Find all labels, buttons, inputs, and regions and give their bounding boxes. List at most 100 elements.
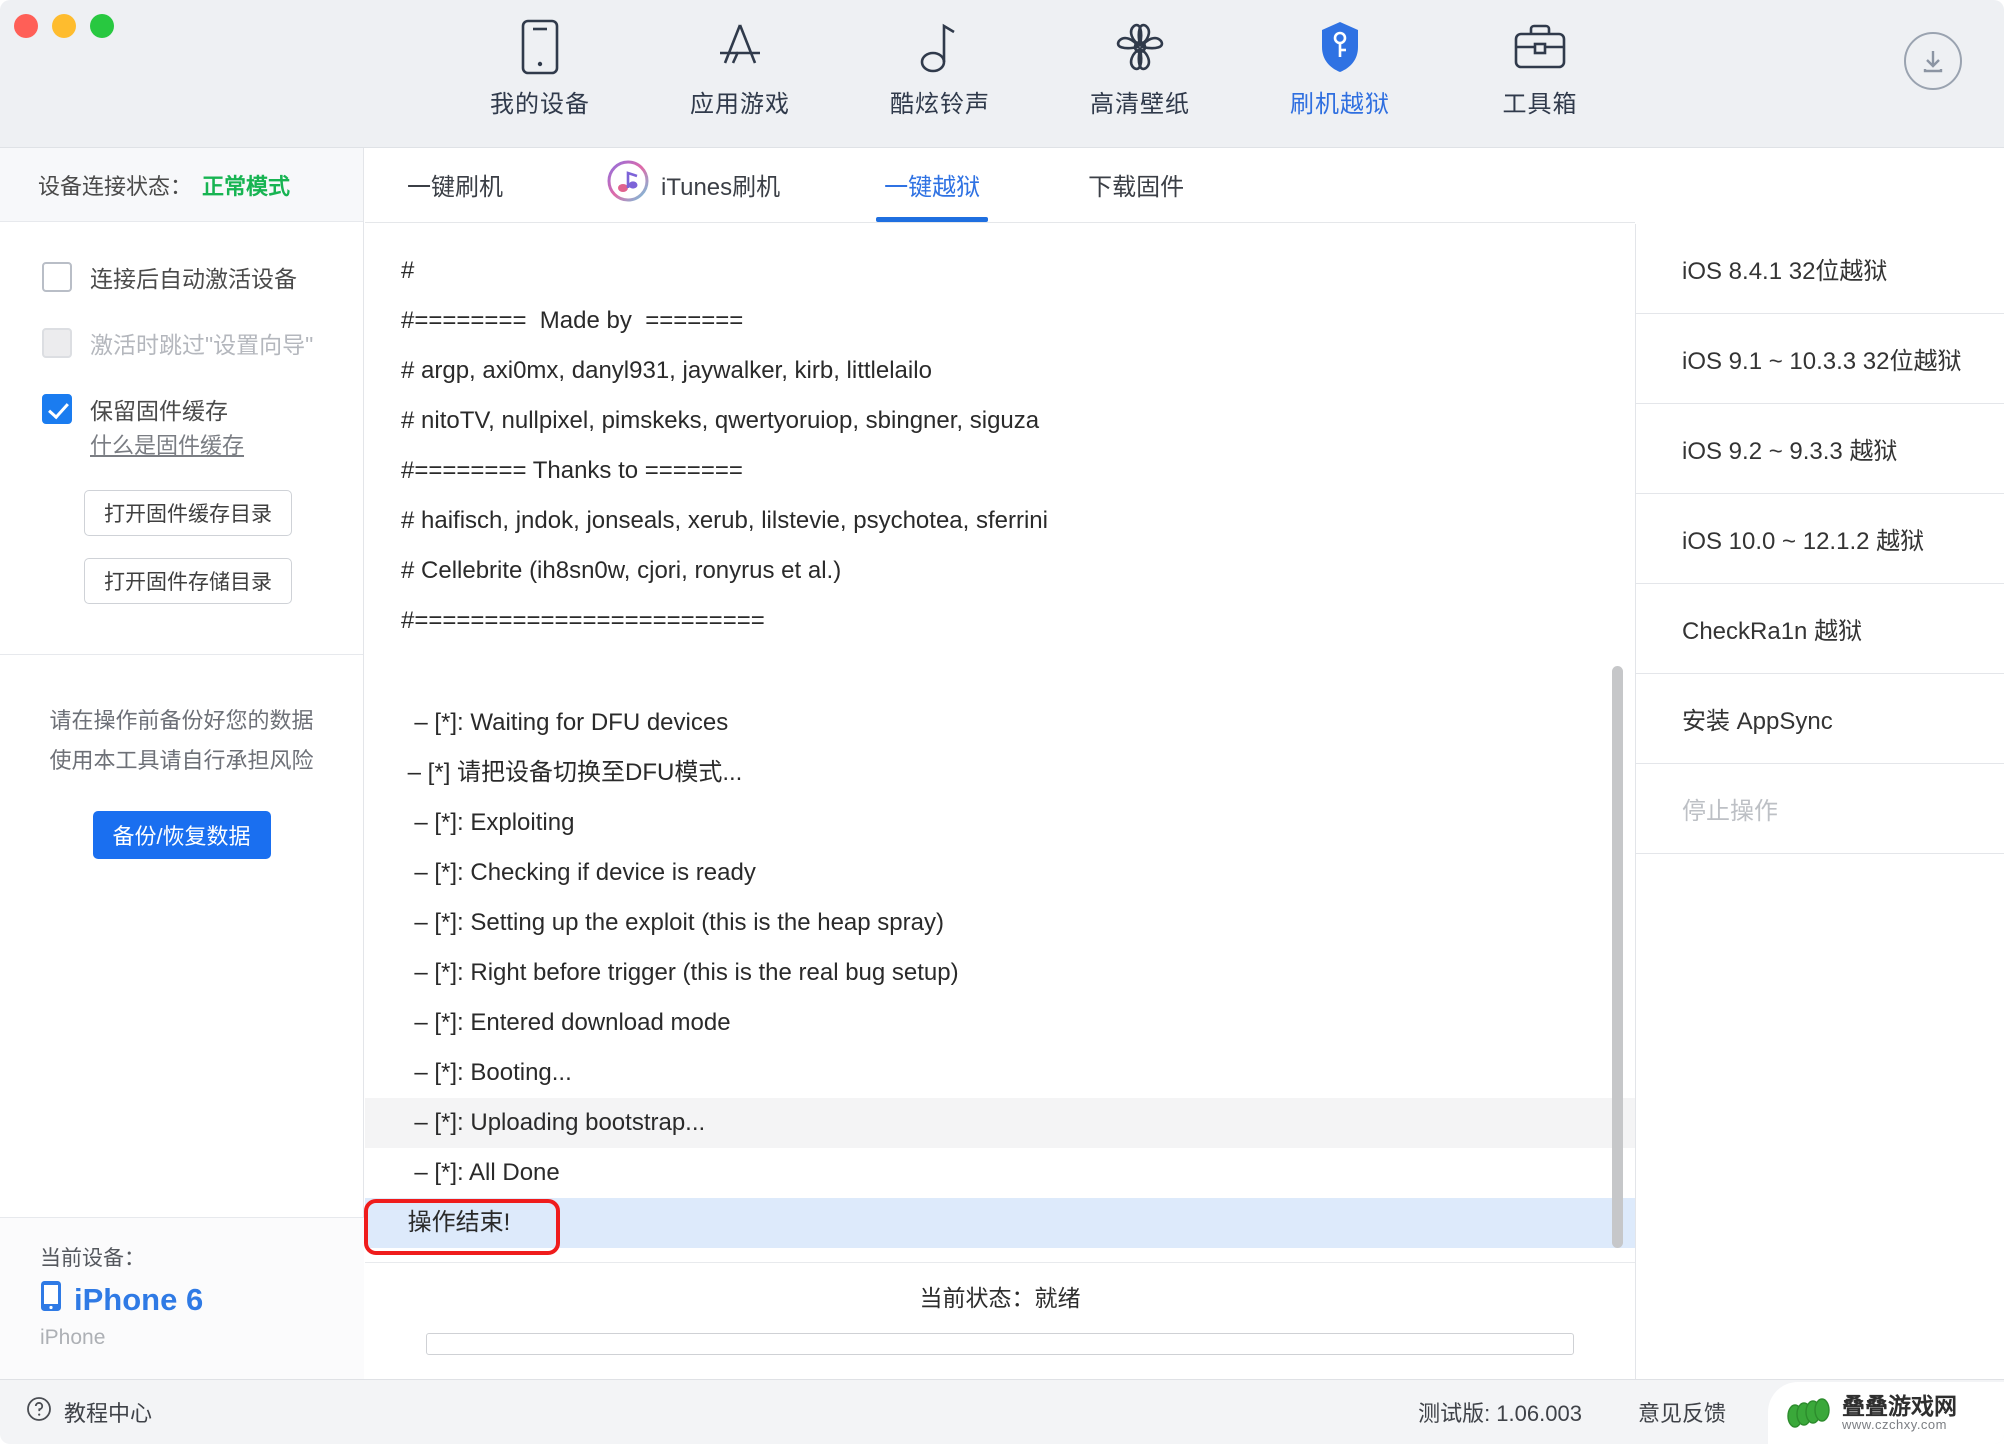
- console-scrollbar-thumb[interactable]: [1612, 666, 1623, 1248]
- nav-label: 酷炫铃声: [890, 84, 990, 119]
- window-controls: [14, 14, 114, 38]
- app-window: 我的设备 应用游戏 酷炫铃声: [0, 0, 2004, 1444]
- nav-label: 我的设备: [490, 84, 590, 119]
- current-status: 当前状态：就绪: [365, 1263, 1635, 1313]
- console-line: – [*]: Booting...: [365, 1048, 1635, 1098]
- action-ios-100-1212[interactable]: iOS 10.0 ~ 12.1.2 越狱: [1636, 494, 2004, 584]
- console-line: – [*]: Entered download mode: [365, 998, 1635, 1048]
- download-icon[interactable]: [1904, 32, 1962, 90]
- watermark-url: www.czchxy.com: [1842, 1418, 1957, 1432]
- nav-item-my-device[interactable]: 我的设备: [440, 16, 640, 132]
- action-label: iOS 10.0 ~ 12.1.2 越狱: [1682, 521, 1924, 556]
- option-label: 激活时跳过"设置向导": [90, 326, 313, 360]
- appstore-icon: [714, 16, 766, 78]
- device-status-label: 设备连接状态：: [38, 169, 192, 201]
- action-label: 安装 AppSync: [1682, 701, 1833, 736]
- current-status-value: 就绪: [1035, 1285, 1081, 1311]
- stacked-discs-icon: [1784, 1392, 1834, 1434]
- tab-label: 一键越狱: [884, 167, 980, 202]
- current-device-panel: 当前设备： iPhone 6 iPhone: [0, 1217, 364, 1379]
- checkbox-skip-setup-wizard: [42, 328, 72, 358]
- titlebar: 我的设备 应用游戏 酷炫铃声: [0, 0, 2004, 148]
- itunes-icon: [607, 160, 649, 209]
- status-area: 当前状态：就绪: [365, 1262, 1635, 1379]
- bottom-bar: 教程中心 测试版: 1.06.003 意见反馈 微信公众号 检: [0, 1379, 2004, 1444]
- flower-icon: [1112, 16, 1168, 78]
- current-device-type: iPhone: [40, 1326, 364, 1350]
- tab-label: 一键刷机: [407, 167, 503, 202]
- console-line-selected: 操作结束!: [365, 1198, 1635, 1248]
- tutorial-center-button[interactable]: 教程中心: [0, 1396, 152, 1428]
- phone-small-icon: [40, 1280, 62, 1320]
- action-label: iOS 9.2 ~ 9.3.3 越狱: [1682, 431, 1897, 466]
- backup-warning: 请在操作前备份好您的数据 使用本工具请自行承担风险 备份/恢复数据: [0, 655, 363, 859]
- console-line: – [*]: Checking if device is ready: [365, 848, 1635, 898]
- sidebar-options: 连接后自动激活设备 激活时跳过"设置向导" 保留固件缓存 什么是固件缓存 打开固…: [0, 222, 363, 655]
- console-line-highlighted: – [*]: Uploading bootstrap...: [365, 1098, 1635, 1148]
- nav-label: 刷机越狱: [1290, 84, 1390, 119]
- tab-bar: 一键刷机 iTunes刷机 一键越狱: [365, 148, 1635, 223]
- nav-item-apps-games[interactable]: 应用游戏: [640, 16, 840, 132]
- backup-restore-button[interactable]: 备份/恢复数据: [93, 811, 271, 859]
- version-label: 测试版: 1.06.003: [1418, 1396, 1582, 1428]
- nav-label: 应用游戏: [690, 84, 790, 119]
- action-ios-92-933[interactable]: iOS 9.2 ~ 9.3.3 越狱: [1636, 404, 2004, 494]
- console-line: – [*]: Waiting for DFU devices: [365, 698, 1635, 748]
- maximize-window-button[interactable]: [90, 14, 114, 38]
- what-is-firmware-cache-link[interactable]: 什么是固件缓存: [90, 428, 244, 460]
- console-line: # argp, axi0mx, danyl931, jaywalker, kir…: [365, 346, 1635, 396]
- tab-one-click-flash[interactable]: 一键刷机: [373, 147, 537, 222]
- current-device-label: 当前设备：: [40, 1242, 364, 1272]
- current-device-name-row[interactable]: iPhone 6: [40, 1280, 364, 1320]
- console-line: – [*] 请把设备切换至DFU模式...: [365, 748, 1635, 798]
- current-status-label: 当前状态：: [920, 1285, 1035, 1311]
- action-install-appsync[interactable]: 安装 AppSync: [1636, 674, 2004, 764]
- main-nav: 我的设备 应用游戏 酷炫铃声: [440, 16, 1640, 132]
- tab-label: iTunes刷机: [661, 167, 780, 202]
- nav-item-wallpapers[interactable]: 高清壁纸: [1040, 16, 1240, 132]
- console-line: #======== Made by =======: [365, 296, 1635, 346]
- jailbreak-actions-panel: iOS 8.4.1 32位越狱 iOS 9.1 ~ 10.3.3 32位越狱 i…: [1635, 224, 2004, 1379]
- minimize-window-button[interactable]: [52, 14, 76, 38]
- nav-item-toolbox[interactable]: 工具箱: [1440, 16, 1640, 132]
- action-stop-operation: 停止操作: [1636, 764, 2004, 854]
- action-ios-841-32bit[interactable]: iOS 8.4.1 32位越狱: [1636, 224, 2004, 314]
- action-ios-91-1033-32bit[interactable]: iOS 9.1 ~ 10.3.3 32位越狱: [1636, 314, 2004, 404]
- open-firmware-storage-dir-button[interactable]: 打开固件存储目录: [84, 558, 292, 604]
- console-scrollbar[interactable]: [1612, 224, 1624, 1262]
- watermark-text: 叠叠游戏网 www.czchxy.com: [1842, 1394, 1957, 1432]
- tab-itunes-flash[interactable]: iTunes刷机: [573, 147, 814, 222]
- toolbox-icon: [1511, 16, 1569, 78]
- console-line: – [*]: All Done: [365, 1148, 1635, 1198]
- close-window-button[interactable]: [14, 14, 38, 38]
- console-line: #=========================: [365, 596, 1635, 646]
- checkbox-keep-firmware-cache[interactable]: [42, 394, 72, 424]
- tab-download-firmware[interactable]: 下载固件: [1054, 147, 1218, 222]
- nav-item-flash-jailbreak[interactable]: 刷机越狱: [1240, 16, 1440, 132]
- progress-bar: [426, 1333, 1574, 1355]
- action-label: iOS 9.1 ~ 10.3.3 32位越狱: [1682, 341, 1961, 376]
- shield-key-icon: [1318, 16, 1362, 78]
- tab-label: 下载固件: [1088, 167, 1184, 202]
- question-circle-icon: [26, 1396, 52, 1428]
- device-status-value: 正常模式: [202, 169, 290, 201]
- tutorial-center-label: 教程中心: [64, 1396, 152, 1428]
- console-line: # Cellebrite (ih8sn0w, cjori, ronyrus et…: [365, 546, 1635, 596]
- warning-line-1: 请在操作前备份好您的数据: [0, 701, 363, 741]
- feedback-link[interactable]: 意见反馈: [1638, 1396, 1726, 1428]
- action-checkra1n[interactable]: CheckRa1n 越狱: [1636, 584, 2004, 674]
- option-keep-firmware-cache[interactable]: 保留固件缓存: [42, 392, 363, 426]
- checkbox-auto-activate[interactable]: [42, 262, 72, 292]
- console-output[interactable]: # #======== Made by ======= # argp, axi0…: [365, 224, 1635, 1262]
- open-firmware-cache-dir-button[interactable]: 打开固件缓存目录: [84, 490, 292, 536]
- phone-icon: [520, 16, 560, 78]
- action-label: iOS 8.4.1 32位越狱: [1682, 251, 1887, 286]
- option-auto-activate[interactable]: 连接后自动激活设备: [42, 260, 363, 294]
- tab-one-click-jailbreak[interactable]: 一键越狱: [850, 147, 1014, 222]
- option-label: 保留固件缓存: [90, 392, 228, 426]
- console-line: # nitoTV, nullpixel, pimskeks, qwertyoru…: [365, 396, 1635, 446]
- sidebar: 设备连接状态： 正常模式 连接后自动激活设备 激活时跳过"设置向导" 保留固件缓…: [0, 148, 364, 1379]
- console-line: # haifisch, jndok, jonseals, xerub, lils…: [365, 496, 1635, 546]
- nav-item-ringtones[interactable]: 酷炫铃声: [840, 16, 1040, 132]
- option-label: 连接后自动激活设备: [90, 260, 297, 294]
